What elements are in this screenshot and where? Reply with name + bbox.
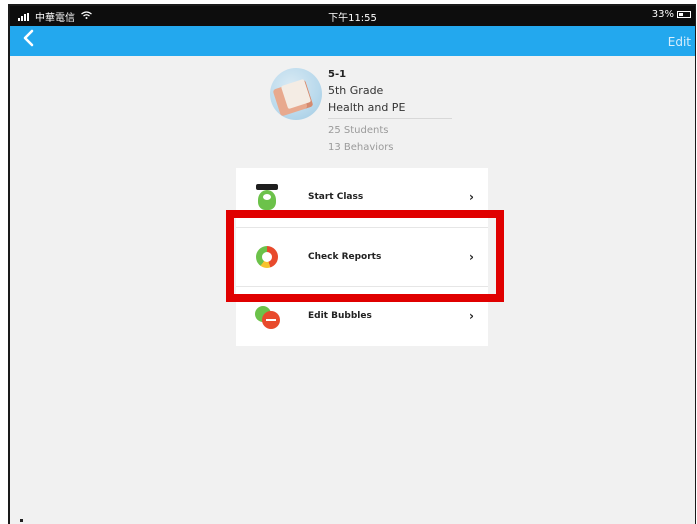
start-class-button[interactable]: Start Class › [236, 168, 488, 227]
class-name: 5-1 [328, 69, 347, 80]
chevron-right-icon: › [469, 190, 474, 204]
menu-item-label: Check Reports [308, 252, 382, 262]
check-reports-button[interactable]: Check Reports › [236, 227, 488, 287]
bubbles-icon [254, 303, 280, 329]
menu-item-label: Edit Bubbles [308, 311, 372, 321]
student-count: 25 Students [328, 125, 389, 136]
class-subject: Health and PE [328, 101, 406, 114]
status-time: 下午11:55 [328, 13, 377, 24]
chevron-right-icon: › [469, 309, 474, 323]
status-bar: 中華電信 下午11:55 33% [10, 6, 695, 26]
class-menu: Start Class › Check Reports › Edit Bubbl… [236, 168, 488, 346]
info-divider [328, 118, 452, 119]
class-avatar [270, 68, 322, 120]
chevron-right-icon: › [469, 250, 474, 264]
class-grade: 5th Grade [328, 84, 384, 97]
class-detail-content: 5-1 5th Grade Health and PE 25 Students … [10, 56, 695, 524]
behavior-count: 13 Behaviors [328, 142, 394, 153]
edit-button[interactable]: Edit [668, 35, 691, 49]
menu-item-label: Start Class [308, 192, 364, 202]
battery-group: 33% [652, 9, 691, 20]
report-ring-icon [254, 244, 280, 270]
back-button[interactable] [22, 28, 34, 54]
chevron-left-icon [22, 29, 34, 54]
class-info: 5-1 5th Grade Health and PE 25 Students … [328, 68, 452, 156]
monster-icon [254, 184, 280, 210]
battery-percent: 33% [651, 9, 674, 20]
battery-icon [677, 11, 691, 18]
nav-bar: Edit [10, 26, 695, 56]
device-frame: 中華電信 下午11:55 33% Edit 5-1 5th Grade Heal… [8, 4, 696, 524]
edit-bubbles-button[interactable]: Edit Bubbles › [236, 286, 488, 346]
corner-mark [20, 519, 23, 522]
